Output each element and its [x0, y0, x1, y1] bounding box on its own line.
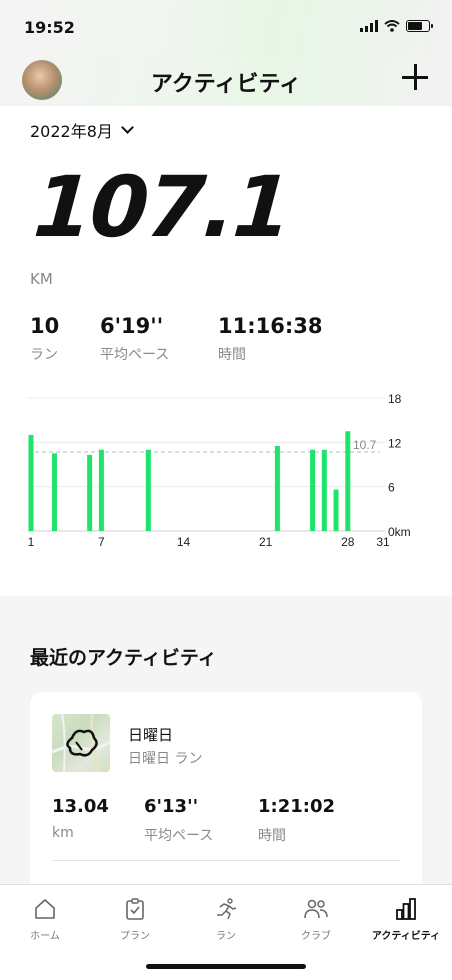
x-tick-label: 1: [28, 535, 35, 549]
x-tick-label: 7: [98, 535, 105, 549]
battery-icon: [406, 20, 433, 32]
stat-label: km: [52, 825, 74, 841]
average-label: 10.7: [353, 438, 377, 452]
divider: [52, 860, 400, 861]
activity-stat-time: 1:21:02 時間: [258, 796, 335, 845]
home-icon: [35, 899, 55, 919]
stat-label: 平均ペース: [100, 347, 170, 363]
chart-bar: [274, 446, 280, 531]
status-time: 19:52: [24, 18, 75, 37]
clipboard-icon: [126, 898, 144, 920]
chart-bar: [321, 449, 327, 531]
tab-label: プラン: [120, 931, 150, 942]
route-map-thumbnail: [52, 714, 110, 772]
activity-subtitle: 日曜日 ラン: [128, 751, 203, 767]
tab-label: アクティビティ: [371, 931, 441, 942]
stat-label: ラン: [30, 347, 58, 363]
stat-label: 時間: [258, 828, 286, 844]
people-icon: [304, 899, 328, 919]
chart-bar: [145, 449, 151, 531]
activity-title: 日曜日: [128, 726, 174, 744]
tab-plan[interactable]: プラン: [90, 897, 180, 942]
stat-value: 1:21:02: [258, 796, 336, 817]
home-indicator: [146, 964, 306, 969]
chart-bar: [98, 449, 104, 531]
activity-stat-distance: 13.04 km: [52, 796, 109, 841]
add-button[interactable]: [400, 62, 430, 92]
tab-label: クラブ: [301, 931, 331, 942]
signal-icon: [360, 20, 378, 32]
chart-bar: [87, 454, 93, 531]
y-tick-label: 6: [388, 481, 395, 495]
tab-activity[interactable]: アクティビティ: [361, 897, 451, 942]
chevron-down-icon: [121, 121, 134, 134]
stat-label: 平均ペース: [144, 828, 214, 844]
chart-bar: [310, 449, 316, 531]
stat-label: 時間: [218, 347, 246, 363]
chart-icon: [396, 898, 416, 920]
tab-label: ホーム: [30, 931, 60, 942]
month-picker[interactable]: 2022年8月: [30, 118, 134, 142]
activity-stat-pace: 6'13'' 平均ペース: [144, 796, 213, 845]
status-bar: 19:52: [0, 0, 452, 56]
x-tick-label: 14: [177, 535, 191, 549]
x-tick-label: 31: [376, 535, 390, 549]
status-icons: [360, 20, 433, 32]
app-header: アクティビティ: [0, 56, 452, 106]
distance-unit: KM: [30, 270, 53, 288]
stat-value: 10: [30, 314, 60, 338]
y-tick-label: 18: [388, 392, 402, 406]
month-label: 2022年8月: [30, 122, 113, 141]
tab-home[interactable]: ホーム: [0, 897, 90, 942]
stat-value: 6'13'': [144, 796, 199, 817]
stat-value: 6'19'': [100, 314, 164, 338]
stat-value: 11:16:38: [218, 314, 323, 338]
x-tick-label: 28: [341, 535, 355, 549]
tab-club[interactable]: クラブ: [271, 897, 361, 942]
monthly-distance-chart: 18 12 6 0km 10.7 1 7 14 21 28 31: [28, 392, 411, 549]
chart-bar: [345, 431, 351, 531]
y-tick-label: 12: [388, 436, 402, 450]
wifi-icon: [384, 20, 400, 32]
chart-bar: [28, 434, 34, 531]
stat-value: 13.04: [52, 796, 109, 817]
recent-section-title: 最近のアクティビティ: [30, 647, 217, 669]
tab-label: ラン: [216, 931, 236, 942]
chart-bar: [333, 489, 339, 531]
stat-pace: 6'19'' 平均ペース: [100, 314, 169, 364]
page-title: アクティビティ: [150, 72, 302, 97]
tab-run[interactable]: ラン: [181, 897, 271, 942]
x-tick-label: 21: [259, 535, 273, 549]
runner-icon: [217, 898, 237, 920]
chart-bar: [51, 453, 57, 531]
stat-time: 11:16:38 時間: [218, 314, 322, 364]
activity-card[interactable]: 日曜日 日曜日 ラン 13.04 km 6'13'' 平均ペース 1:21:02…: [30, 692, 422, 892]
stat-runs: 10 ラン: [30, 314, 59, 364]
y-tick-label: 0km: [388, 525, 411, 539]
total-distance: 107.1: [30, 158, 294, 256]
